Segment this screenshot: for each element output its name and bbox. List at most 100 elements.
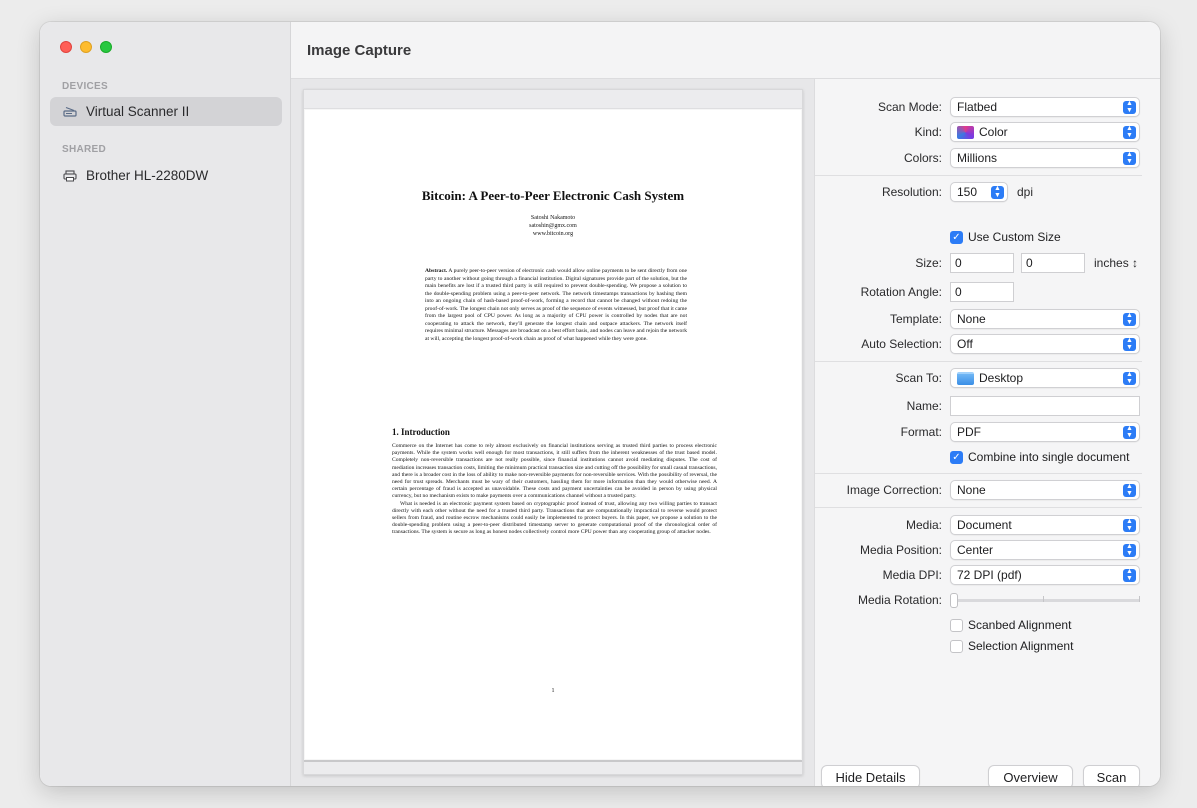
section-heading: 1. Introduction xyxy=(392,427,450,437)
scan-preview-area: Bitcoin: A Peer-to-Peer Electronic Cash … xyxy=(291,79,815,786)
popup-arrows-icon: ▲ ▼ xyxy=(1123,125,1136,139)
printer-icon xyxy=(62,169,78,183)
paper-email: satoshin@gmx.com xyxy=(529,223,577,229)
media-position-popup[interactable]: Center ▲ ▼ xyxy=(950,540,1140,560)
template-value: None xyxy=(957,312,986,326)
size-row: Size: 0 0 inches ↕ xyxy=(815,252,1160,274)
scanner-icon xyxy=(62,105,78,119)
divider xyxy=(815,175,1142,176)
scan-to-row: Scan To: Desktop ▲ ▼ xyxy=(815,367,1160,389)
name-field[interactable] xyxy=(950,396,1140,416)
paper-authors: Satoshi Nakamoto satoshin@gmx.com www.bi… xyxy=(305,214,801,238)
intro-paragraph-2: What is needed is an electronic payment … xyxy=(392,500,717,536)
auto-selection-row: Auto Selection: Off ▲ ▼ xyxy=(815,333,1160,355)
media-rotation-row: Media Rotation: xyxy=(815,589,1160,611)
details-panel: Scan Mode: Flatbed ▲ ▼ Kind: Color ▲ ▼ Col… xyxy=(815,79,1160,786)
media-label: Media: xyxy=(905,518,942,532)
rotation-angle-field[interactable]: 0 xyxy=(950,282,1014,302)
use-custom-size-label: Use Custom Size xyxy=(968,230,1061,244)
media-dpi-popup[interactable]: 72 DPI (pdf) ▲ ▼ xyxy=(950,565,1140,585)
template-popup[interactable]: None ▲ ▼ xyxy=(950,309,1140,329)
colors-label: Colors: xyxy=(903,151,942,165)
popup-arrows-icon: ▲ ▼ xyxy=(1123,483,1136,497)
slider-tick xyxy=(1043,596,1044,602)
size-label: Size: xyxy=(915,256,942,270)
image-correction-label: Image Correction: xyxy=(846,483,942,497)
media-dpi-row: Media DPI: 72 DPI (pdf) ▲ ▼ xyxy=(815,564,1160,586)
colors-row: Colors: Millions ▲ ▼ xyxy=(815,147,1160,169)
slider-tick xyxy=(1139,596,1140,602)
color-swatch-icon xyxy=(957,125,974,139)
scan-to-popup[interactable]: Desktop ▲ ▼ xyxy=(950,368,1140,388)
scan-button[interactable]: Scan xyxy=(1083,765,1140,786)
template-row: Template: None ▲ ▼ xyxy=(815,308,1160,330)
kind-row: Kind: Color ▲ ▼ xyxy=(815,121,1160,143)
divider xyxy=(815,507,1142,508)
colors-popup[interactable]: Millions ▲ ▼ xyxy=(950,148,1140,168)
auto-selection-label: Auto Selection: xyxy=(861,337,942,351)
scanbed-alignment-label: Scanbed Alignment xyxy=(968,618,1072,632)
sidebar-item-brother-printer[interactable]: Brother HL-2280DW xyxy=(50,161,282,190)
hide-details-button[interactable]: Hide Details xyxy=(821,765,920,786)
rotation-angle-label: Rotation Angle: xyxy=(860,285,942,299)
size-width-value: 0 xyxy=(955,256,962,270)
media-popup[interactable]: Document ▲ ▼ xyxy=(950,515,1140,535)
selection-alignment-checkbox[interactable] xyxy=(950,639,963,653)
combine-checkbox[interactable]: ✓ xyxy=(950,450,963,464)
popup-arrows-icon: ▲ ▼ xyxy=(1123,543,1136,557)
image-correction-value: None xyxy=(957,483,986,497)
size-width-field[interactable]: 0 xyxy=(950,253,1014,273)
paper-author: Satoshi Nakamoto xyxy=(530,215,576,221)
kind-popup[interactable]: Color ▲ ▼ xyxy=(950,122,1140,142)
shared-header: SHARED xyxy=(62,144,107,155)
resolution-row: Resolution: 150 ▲ ▼ dpi xyxy=(815,181,1160,203)
media-dpi-label: Media DPI: xyxy=(882,568,942,582)
name-label: Name: xyxy=(906,399,942,413)
minimize-button[interactable] xyxy=(80,41,92,53)
sidebar: DEVICES Virtual Scanner II SHARED Brothe… xyxy=(40,22,291,786)
media-rotation-slider[interactable] xyxy=(952,599,1140,602)
scanbed-preview[interactable]: Bitcoin: A Peer-to-Peer Electronic Cash … xyxy=(303,89,803,775)
scan-mode-row: Scan Mode: Flatbed ▲ ▼ xyxy=(815,96,1160,118)
close-button[interactable] xyxy=(60,41,72,53)
media-rotation-slider-thumb[interactable] xyxy=(950,593,958,608)
image-correction-popup[interactable]: None ▲ ▼ xyxy=(950,480,1140,500)
overview-button[interactable]: Overview xyxy=(988,765,1073,786)
page-number: 1 xyxy=(551,688,555,694)
template-label: Template: xyxy=(889,312,942,326)
selection-alignment-row: Selection Alignment xyxy=(950,639,1073,653)
resolution-popup[interactable]: 150 ▲ ▼ xyxy=(950,182,1008,202)
abstract-text: A purely peer-to-peer version of electro… xyxy=(425,268,688,342)
scanbed-alignment-checkbox[interactable] xyxy=(950,618,963,632)
image-capture-window: DEVICES Virtual Scanner II SHARED Brothe… xyxy=(40,22,1160,786)
media-dpi-value: 72 DPI (pdf) xyxy=(957,568,1022,582)
rotation-angle-value: 0 xyxy=(955,285,962,299)
paper-title: Bitcoin: A Peer-to-Peer Electronic Cash … xyxy=(421,188,685,203)
media-value: Document xyxy=(957,518,1012,532)
use-custom-size-checkbox[interactable]: ✓ xyxy=(950,230,963,244)
auto-selection-popup[interactable]: Off ▲ ▼ xyxy=(950,334,1140,354)
resolution-value: 150 xyxy=(957,185,978,199)
size-height-value: 0 xyxy=(1026,256,1033,270)
scan-mode-popup[interactable]: Flatbed ▲ ▼ xyxy=(950,97,1140,117)
colors-value: Millions xyxy=(957,151,998,165)
size-height-field[interactable]: 0 xyxy=(1021,253,1085,273)
scanned-document-page: Bitcoin: A Peer-to-Peer Electronic Cash … xyxy=(305,110,801,759)
popup-arrows-icon: ▲ ▼ xyxy=(1123,371,1136,385)
size-unit-popup[interactable]: inches ↕ xyxy=(1094,256,1138,270)
scan-to-label: Scan To: xyxy=(895,371,942,385)
resolution-unit: dpi xyxy=(1017,185,1034,199)
kind-label: Kind: xyxy=(914,125,942,139)
scan-mode-value: Flatbed xyxy=(957,100,998,114)
popup-arrows-icon: ▲ ▼ xyxy=(1123,100,1136,114)
devices-header: DEVICES xyxy=(62,81,109,92)
window-title: Image Capture xyxy=(307,41,412,59)
sidebar-item-virtual-scanner[interactable]: Virtual Scanner II xyxy=(50,97,282,126)
zoom-button[interactable] xyxy=(100,41,112,53)
kind-value: Color xyxy=(979,125,1008,139)
sidebar-item-label: Brother HL-2280DW xyxy=(86,168,209,183)
popup-arrows-icon: ▲ ▼ xyxy=(1123,518,1136,532)
scanbed-alignment-row: Scanbed Alignment xyxy=(950,618,1071,632)
media-rotation-label: Media Rotation: xyxy=(857,593,942,607)
format-popup[interactable]: PDF ▲ ▼ xyxy=(950,422,1140,442)
